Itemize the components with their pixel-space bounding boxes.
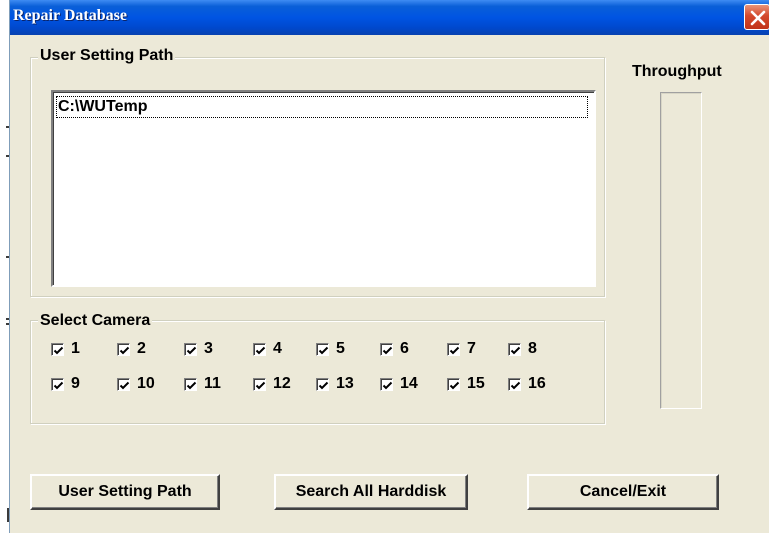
checkmark-icon xyxy=(186,381,197,389)
camera-checkbox-9[interactable]: 9 xyxy=(51,374,80,394)
checkbox-box[interactable] xyxy=(508,377,521,391)
user-setting-path-button[interactable]: User Setting Path xyxy=(30,474,220,510)
camera-checkbox-label: 2 xyxy=(137,340,146,357)
camera-checkbox-13[interactable]: 13 xyxy=(316,374,354,394)
checkmark-icon xyxy=(255,346,266,354)
camera-checkbox-label: 13 xyxy=(336,375,354,392)
repair-database-dialog: Repair Database User Setting Path C:\WUT… xyxy=(9,0,769,533)
checkbox-box[interactable] xyxy=(253,342,266,356)
checkmark-icon xyxy=(119,381,130,389)
camera-checkbox-label: 8 xyxy=(528,340,537,357)
camera-checkbox-1[interactable]: 1 xyxy=(51,339,80,359)
camera-checkbox-14[interactable]: 14 xyxy=(380,374,418,394)
camera-checkbox-label: 10 xyxy=(137,375,155,392)
checkmark-icon xyxy=(119,346,130,354)
background-edge xyxy=(0,0,9,533)
camera-checkbox-15[interactable]: 15 xyxy=(447,374,485,394)
checkmark-icon xyxy=(318,381,329,389)
checkmark-icon xyxy=(53,346,64,354)
camera-checkbox-16[interactable]: 16 xyxy=(508,374,546,394)
checkmark-icon xyxy=(510,381,521,389)
camera-checkbox-label: 14 xyxy=(400,375,418,392)
checkbox-box[interactable] xyxy=(51,342,64,356)
camera-checkbox-label: 3 xyxy=(204,340,213,357)
window-title: Repair Database xyxy=(13,7,127,24)
camera-checkbox-12[interactable]: 12 xyxy=(253,374,291,394)
select-camera-group xyxy=(30,320,605,424)
camera-checkbox-label: 9 xyxy=(71,375,80,392)
search-all-harddisk-button[interactable]: Search All Harddisk xyxy=(274,474,468,510)
camera-checkbox-label: 1 xyxy=(71,340,80,357)
camera-checkbox-8[interactable]: 8 xyxy=(508,339,537,359)
checkbox-box[interactable] xyxy=(184,342,197,356)
camera-checkbox-5[interactable]: 5 xyxy=(316,339,345,359)
camera-checkbox-7[interactable]: 7 xyxy=(447,339,476,359)
close-icon xyxy=(750,10,766,26)
checkmark-icon xyxy=(382,346,393,354)
checkmark-icon xyxy=(510,346,521,354)
camera-checkbox-label: 12 xyxy=(273,375,291,392)
checkmark-icon xyxy=(318,346,329,354)
camera-checkbox-label: 5 xyxy=(336,340,345,357)
camera-checkbox-4[interactable]: 4 xyxy=(253,339,282,359)
checkbox-box[interactable] xyxy=(253,377,266,391)
list-item[interactable]: C:\WUTemp xyxy=(56,96,588,118)
camera-checkbox-label: 4 xyxy=(273,340,282,357)
throughput-label: Throughput xyxy=(632,63,722,80)
camera-checkbox-11[interactable]: 11 xyxy=(184,374,221,394)
cancel-exit-button[interactable]: Cancel/Exit xyxy=(527,474,719,510)
checkmark-icon xyxy=(449,346,460,354)
camera-checkbox-label: 7 xyxy=(467,340,476,357)
checkbox-box[interactable] xyxy=(447,377,460,391)
camera-checkbox-3[interactable]: 3 xyxy=(184,339,213,359)
checkbox-box[interactable] xyxy=(316,377,329,391)
checkbox-box[interactable] xyxy=(117,342,130,356)
user-setting-path-legend: User Setting Path xyxy=(38,47,176,65)
checkbox-box[interactable] xyxy=(447,342,460,356)
select-camera-legend: Select Camera xyxy=(38,312,153,330)
checkbox-box[interactable] xyxy=(380,377,393,391)
camera-checkbox-label: 6 xyxy=(400,340,409,357)
throughput-progress-bar xyxy=(660,92,702,409)
checkmark-icon xyxy=(53,381,64,389)
checkmark-icon xyxy=(255,381,266,389)
checkmark-icon xyxy=(382,381,393,389)
camera-checkbox-10[interactable]: 10 xyxy=(117,374,155,394)
checkbox-box[interactable] xyxy=(184,377,197,391)
checkbox-box[interactable] xyxy=(380,342,393,356)
checkbox-box[interactable] xyxy=(51,377,64,391)
checkmark-icon xyxy=(186,346,197,354)
camera-checkbox-2[interactable]: 2 xyxy=(117,339,146,359)
checkbox-box[interactable] xyxy=(508,342,521,356)
camera-checkbox-label: 15 xyxy=(467,375,485,392)
checkbox-box[interactable] xyxy=(117,377,130,391)
checkbox-box[interactable] xyxy=(316,342,329,356)
camera-checkbox-label: 11 xyxy=(204,375,221,392)
checkmark-icon xyxy=(449,381,460,389)
path-listbox[interactable]: C:\WUTemp xyxy=(51,90,596,287)
close-button[interactable] xyxy=(744,4,769,30)
camera-checkbox-label: 16 xyxy=(528,375,546,392)
camera-checkbox-6[interactable]: 6 xyxy=(380,339,409,359)
title-bar[interactable]: Repair Database xyxy=(10,0,769,35)
